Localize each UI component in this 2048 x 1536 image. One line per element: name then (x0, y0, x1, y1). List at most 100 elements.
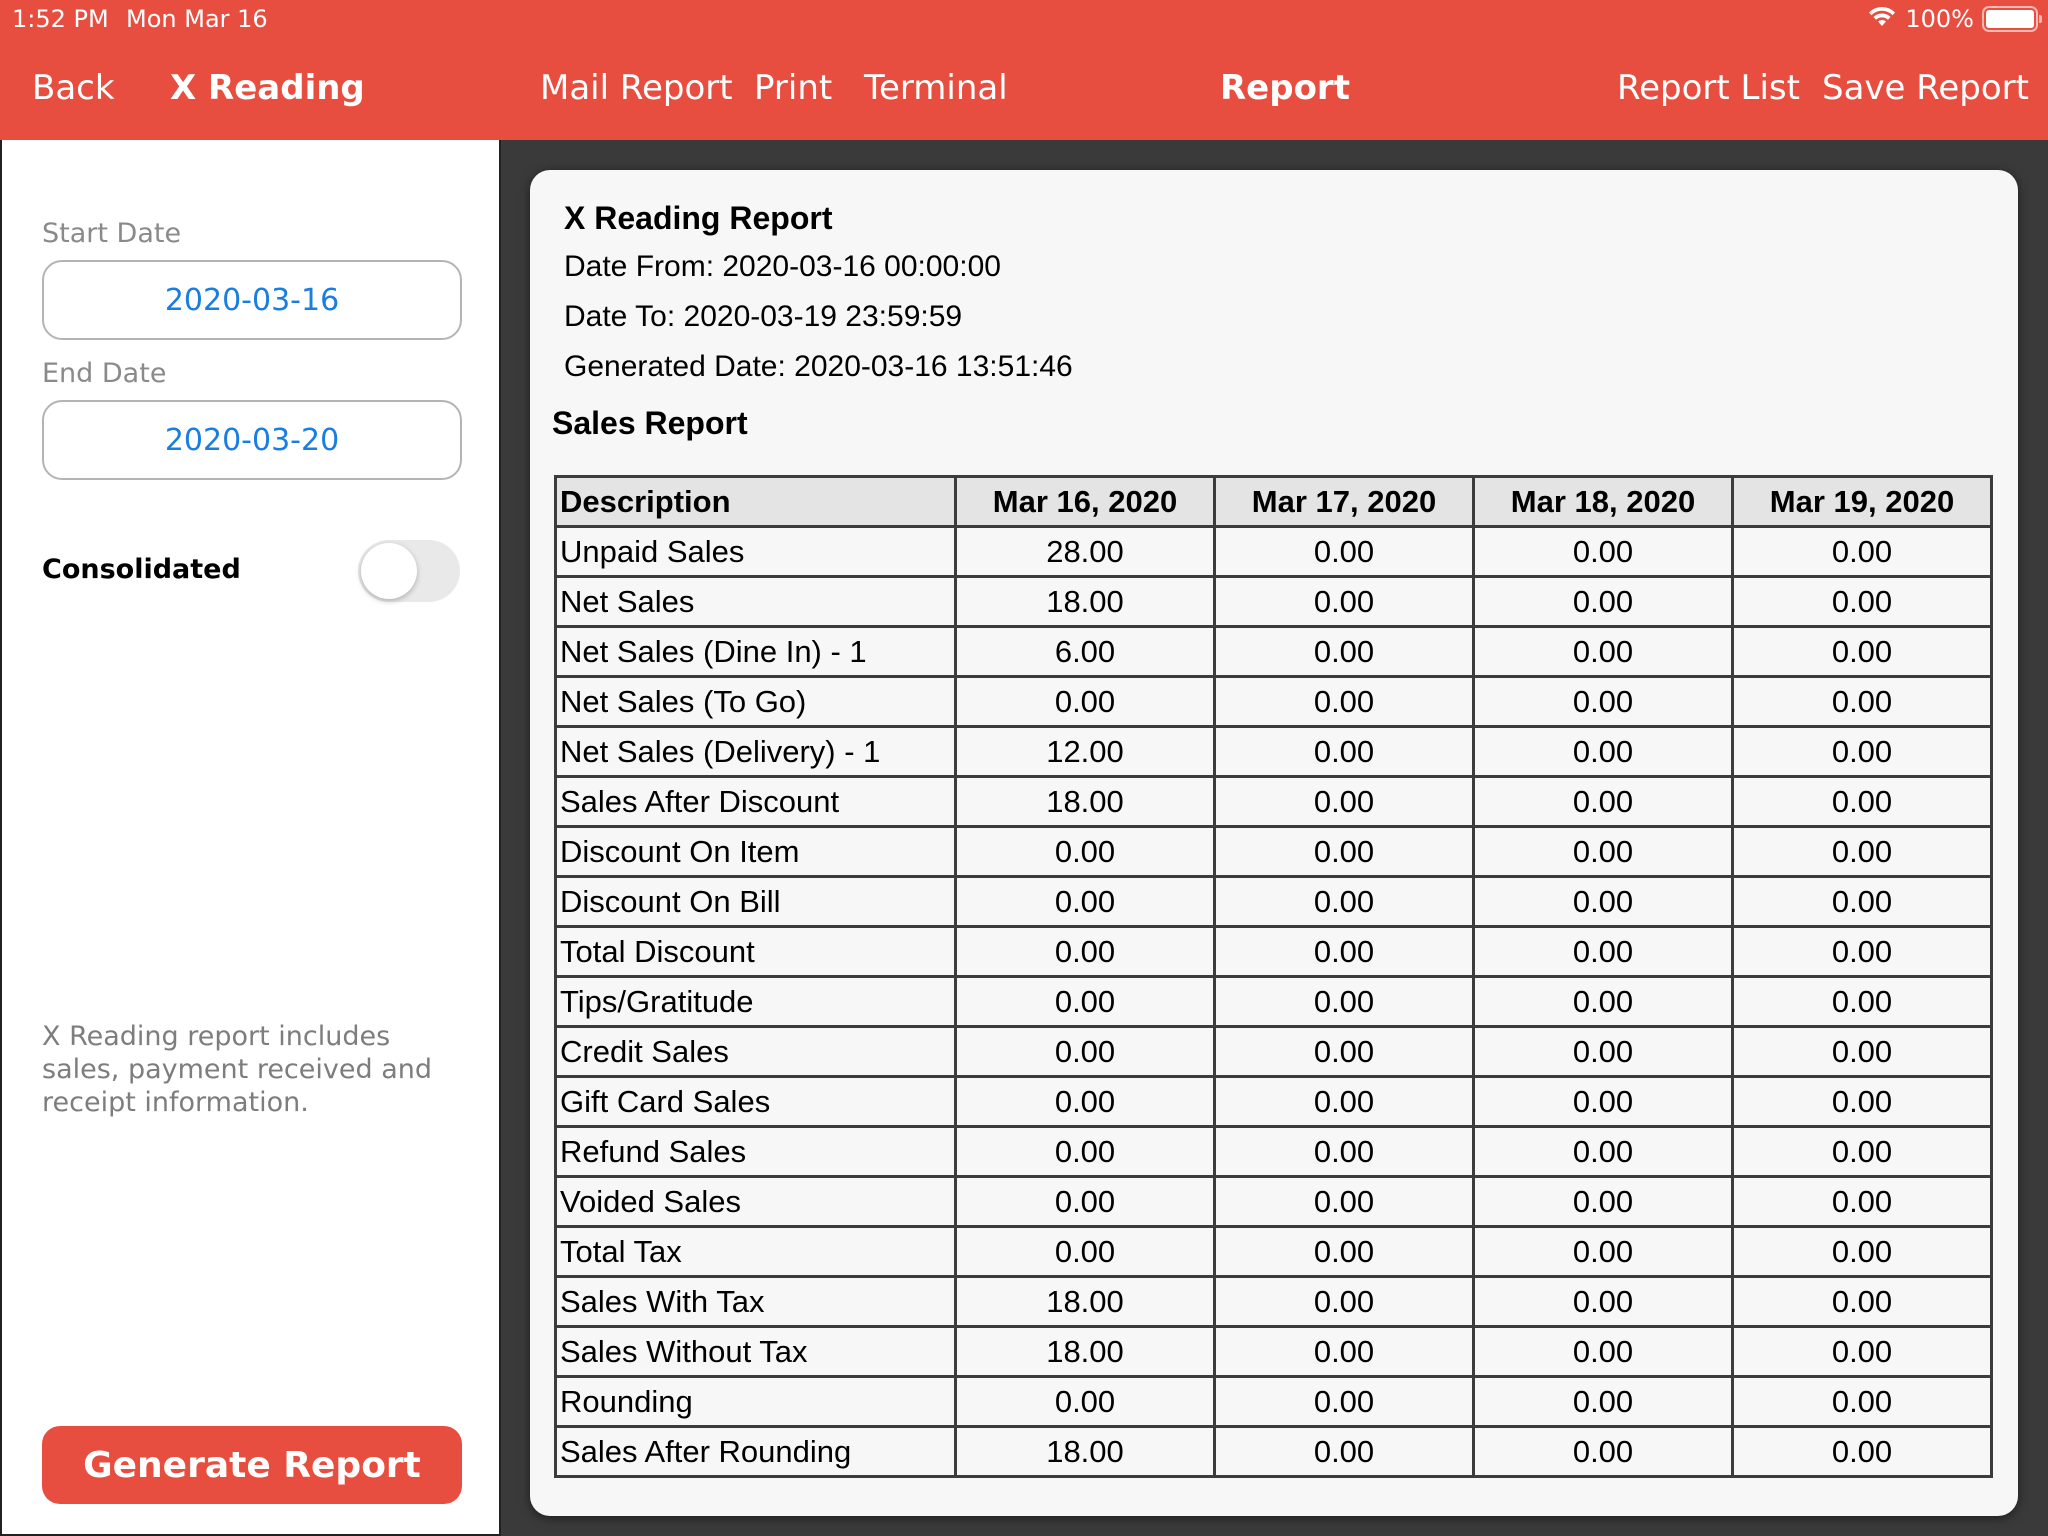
table-row: Net Sales (Delivery) - 1 12.00 0.00 0.00 0.0… (554, 725, 1993, 778)
table-row: Total Discount 0.00 0.00 0.00 0.00 (554, 925, 1993, 978)
row-value: 0.00 (1472, 825, 1734, 878)
row-value: 0.00 (1213, 725, 1475, 778)
row-value: 0.00 (1731, 575, 1993, 628)
row-description: Sales After Rounding (554, 1425, 957, 1478)
help-text: X Reading report includes sales, payment… (42, 1021, 432, 1118)
row-value: 0.00 (954, 1075, 1216, 1128)
row-description: Refund Sales (554, 1125, 957, 1178)
row-description: Total Tax (554, 1225, 957, 1278)
row-value: 0.00 (1731, 775, 1993, 828)
table-header-row: Description Mar 16, 2020 Mar 17, 2020 Mar 1… (554, 475, 1993, 528)
row-value: 0.00 (1731, 1325, 1993, 1378)
row-value: 0.00 (1472, 725, 1734, 778)
report-list-button[interactable]: Report List (1617, 68, 1800, 108)
column-header-description: Description (554, 475, 957, 528)
row-value: 18.00 (954, 1325, 1216, 1378)
row-value: 0.00 (1472, 575, 1734, 628)
row-value: 0.00 (1731, 1425, 1993, 1478)
row-value: 0.00 (1472, 775, 1734, 828)
row-value: 0.00 (1472, 525, 1734, 578)
row-value: 0.00 (1213, 1025, 1475, 1078)
toggle-knob (361, 543, 417, 599)
row-value: 0.00 (1472, 1275, 1734, 1328)
row-value: 0.00 (1213, 1125, 1475, 1178)
mail-report-button[interactable]: Mail Report (540, 68, 733, 108)
row-value: 0.00 (1472, 1075, 1734, 1128)
row-value: 0.00 (1213, 625, 1475, 678)
row-value: 0.00 (954, 825, 1216, 878)
table-row: Tips/Gratitude 0.00 0.00 0.00 0.00 (554, 975, 1993, 1028)
row-value: 0.00 (954, 675, 1216, 728)
row-value: 0.00 (1213, 1325, 1475, 1378)
row-value: 0.00 (1731, 825, 1993, 878)
table-row: Credit Sales 0.00 0.00 0.00 0.00 (554, 1025, 1993, 1078)
row-value: 0.00 (1731, 1375, 1993, 1428)
save-report-button[interactable]: Save Report (1822, 68, 2029, 108)
row-value: 0.00 (1213, 1425, 1475, 1478)
row-description: Tips/Gratitude (554, 975, 957, 1028)
table-row: Discount On Item 0.00 0.00 0.00 0.00 (554, 825, 1993, 878)
row-value: 0.00 (1213, 875, 1475, 928)
table-row: Unpaid Sales 28.00 0.00 0.00 0.00 (554, 525, 1993, 578)
terminal-button[interactable]: Terminal (864, 68, 1008, 108)
row-description: Net Sales (Delivery) - 1 (554, 725, 957, 778)
row-value: 12.00 (954, 725, 1216, 778)
row-value: 0.00 (1472, 875, 1734, 928)
report-date-to: Date To: 2020-03-19 23:59:59 (564, 300, 963, 333)
row-value: 18.00 (954, 575, 1216, 628)
row-description: Net Sales (554, 575, 957, 628)
status-time: 1:52 PM (12, 5, 109, 33)
row-description: Sales After Discount (554, 775, 957, 828)
navigation-bar: 1:52 PM Mon Mar 16 100% Back X Reading M… (0, 0, 2048, 140)
row-value: 0.00 (1213, 575, 1475, 628)
row-description: Net Sales (To Go) (554, 675, 957, 728)
end-date-label: End Date (42, 358, 167, 389)
row-value: 18.00 (954, 1275, 1216, 1328)
start-date-field[interactable]: 2020-03-16 (42, 260, 462, 340)
row-value: 0.00 (1472, 1325, 1734, 1378)
report-options-panel: Start Date 2020-03-16 End Date 2020-03-2… (0, 140, 499, 1536)
row-value: 0.00 (1731, 975, 1993, 1028)
row-value: 0.00 (1472, 1175, 1734, 1228)
report-generated-date: Generated Date: 2020-03-16 13:51:46 (564, 350, 1073, 383)
status-indicators: 100% (1867, 4, 2042, 34)
row-value: 0.00 (954, 975, 1216, 1028)
table-row: Refund Sales 0.00 0.00 0.00 0.00 (554, 1125, 1993, 1178)
row-description: Sales With Tax (554, 1275, 957, 1328)
row-value: 0.00 (1213, 1225, 1475, 1278)
sales-report-heading: Sales Report (552, 405, 748, 441)
row-value: 0.00 (1731, 1025, 1993, 1078)
row-description: Unpaid Sales (554, 525, 957, 578)
row-description: Net Sales (Dine In) - 1 (554, 625, 957, 678)
row-value: 0.00 (954, 1025, 1216, 1078)
report-page-title: Report (1220, 68, 1350, 108)
end-date-field[interactable]: 2020-03-20 (42, 400, 462, 480)
row-value: 0.00 (1731, 1075, 1993, 1128)
row-value: 0.00 (1472, 1425, 1734, 1478)
row-value: 0.00 (1213, 1275, 1475, 1328)
table-row: Discount On Bill 0.00 0.00 0.00 0.00 (554, 875, 1993, 928)
row-value: 0.00 (1213, 525, 1475, 578)
table-row: Sales After Rounding 18.00 0.00 0.00 0.00 (554, 1425, 1993, 1478)
table-row: Rounding 0.00 0.00 0.00 0.00 (554, 1375, 1993, 1428)
row-value: 0.00 (1472, 675, 1734, 728)
back-button[interactable]: Back (32, 68, 115, 108)
row-value: 28.00 (954, 525, 1216, 578)
consolidated-toggle[interactable] (358, 540, 460, 602)
row-value: 0.00 (1472, 1025, 1734, 1078)
row-value: 0.00 (954, 1375, 1216, 1428)
generate-report-button[interactable]: Generate Report (42, 1426, 462, 1504)
consolidated-label: Consolidated (42, 554, 241, 585)
left-panel-title: X Reading (170, 68, 365, 108)
row-description: Sales Without Tax (554, 1325, 957, 1378)
row-value: 0.00 (1213, 775, 1475, 828)
row-description: Gift Card Sales (554, 1075, 957, 1128)
row-value: 0.00 (1472, 1125, 1734, 1178)
table-row: Sales With Tax 18.00 0.00 0.00 0.00 (554, 1275, 1993, 1328)
row-value: 0.00 (1213, 825, 1475, 878)
row-value: 0.00 (1731, 675, 1993, 728)
row-value: 0.00 (1731, 525, 1993, 578)
print-button[interactable]: Print (754, 68, 832, 108)
table-row: Total Tax 0.00 0.00 0.00 0.00 (554, 1225, 1993, 1278)
row-value: 0.00 (1472, 925, 1734, 978)
